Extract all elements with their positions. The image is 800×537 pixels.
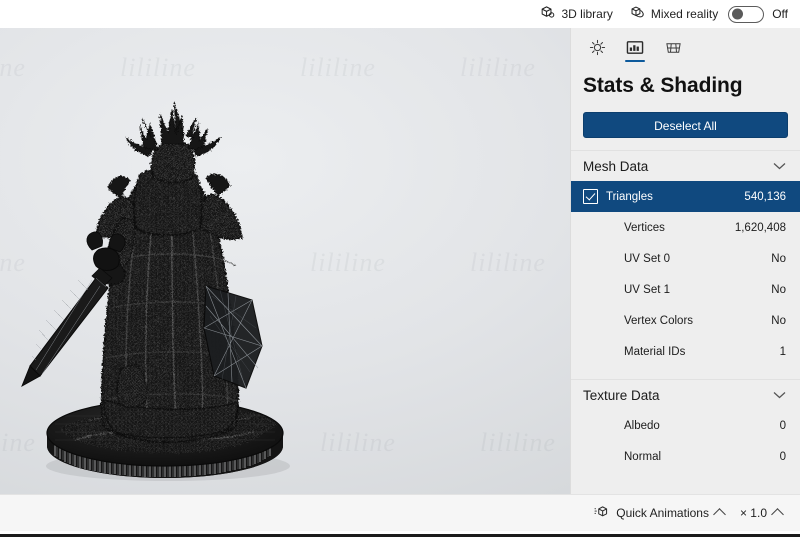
3d-viewport[interactable]: lililine lililine lililine lililine lili… (0, 28, 570, 497)
section-header-mesh-data[interactable]: Mesh Data (571, 150, 800, 181)
zoom-level-button[interactable]: × 1.0 (732, 500, 790, 526)
tab-underline (587, 60, 607, 62)
row-label: Albedo (624, 419, 660, 432)
wireframe-statue-model (21, 101, 290, 481)
3d-library-label: 3D library (561, 7, 613, 21)
section-texture-data: Texture Data Albedo 0 Normal 0 (571, 379, 800, 472)
3d-library-button[interactable]: 3D library (532, 2, 620, 26)
quick-animations-button[interactable]: Quick Animations (586, 500, 732, 526)
zoom-level-label: × 1.0 (739, 506, 767, 520)
table-row[interactable]: UV Set 1 No (571, 274, 800, 305)
mixed-reality-button[interactable]: Mixed reality (621, 2, 726, 26)
row-label: UV Set 1 (624, 283, 671, 296)
row-value: 540,136 (744, 190, 786, 203)
chevron-up-icon (713, 508, 726, 521)
row-label: Triangles (606, 190, 653, 203)
mixed-reality-toggle-group: Off (726, 5, 792, 23)
app-window: 3D library Mixed reality Off lililine li… (0, 0, 800, 537)
section-title: Mesh Data (583, 158, 649, 174)
page-title: Stats & Shading (583, 74, 743, 97)
row-label: Normal (624, 450, 662, 463)
tab-stats-shading[interactable] (617, 30, 653, 64)
tab-underline (625, 60, 645, 62)
row-checkbox[interactable] (583, 189, 598, 204)
mixed-reality-label: Mixed reality (650, 7, 719, 21)
row-value: 0 (779, 450, 786, 463)
chevron-up-icon (771, 508, 784, 521)
stats-shading-panel: Stats & Shading Deselect All Mesh Data T… (570, 28, 800, 497)
animation-cube-icon (594, 505, 610, 522)
stats-icon (626, 40, 644, 54)
row-value: 0 (779, 419, 786, 432)
panel-tab-strip (571, 28, 800, 64)
row-value: 1,620,408 (734, 221, 786, 234)
toggle-state-label: Off (772, 7, 788, 21)
row-label: UV Set 0 (624, 252, 671, 265)
table-row[interactable]: Material IDs 1 (571, 336, 800, 367)
section-title: Texture Data (583, 387, 660, 403)
mixed-reality-toggle[interactable] (728, 5, 765, 23)
chevron-down-icon (773, 157, 786, 175)
row-value: No (771, 283, 786, 296)
cube-library-icon (540, 5, 555, 23)
top-command-bar: 3D library Mixed reality Off (0, 0, 800, 28)
bottom-status-bar: Quick Animations × 1.0 (0, 494, 800, 531)
table-row[interactable]: Vertex Colors No (571, 305, 800, 336)
tab-wireframe[interactable] (655, 30, 691, 64)
deselect-all-button[interactable]: Deselect All (583, 112, 788, 138)
table-row[interactable]: Triangles 540,136 (571, 181, 800, 212)
table-row[interactable]: UV Set 0 No (571, 243, 800, 274)
section-header-texture-data[interactable]: Texture Data (571, 379, 800, 410)
sun-icon (589, 39, 605, 55)
row-value: No (771, 314, 786, 327)
table-row[interactable]: Albedo 0 (571, 410, 800, 441)
row-value: No (771, 252, 786, 265)
grid-icon (665, 42, 681, 53)
table-row[interactable]: Vertices 1,620,408 (571, 212, 800, 243)
row-label: Material IDs (624, 345, 686, 358)
toggle-knob (732, 8, 744, 20)
table-row[interactable]: Normal 0 (571, 441, 800, 472)
chevron-down-icon (773, 386, 786, 404)
row-label: Vertices (624, 221, 665, 234)
tab-underline (663, 60, 683, 62)
model-head-crown (125, 101, 221, 184)
row-value: 1 (779, 345, 786, 358)
section-mesh-data: Mesh Data Triangles 540,136 Vertices 1,6… (571, 150, 800, 367)
row-label: Vertex Colors (624, 314, 694, 327)
quick-animations-label: Quick Animations (616, 506, 709, 520)
tab-lighting[interactable] (579, 30, 615, 64)
mixed-reality-icon (629, 5, 645, 23)
